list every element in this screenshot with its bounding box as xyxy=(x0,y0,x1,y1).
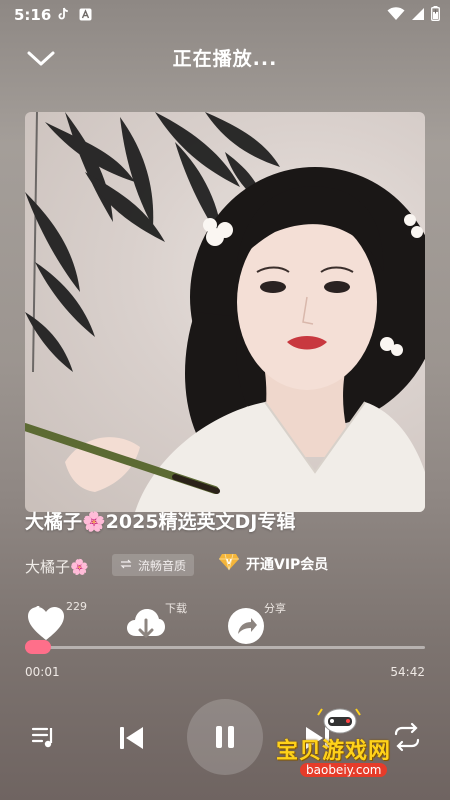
total-time: 54:42 xyxy=(390,665,425,679)
svg-text:V: V xyxy=(226,558,232,566)
vip-button[interactable]: V 开通VIP会员 xyxy=(218,553,328,575)
app-a-icon xyxy=(78,7,92,21)
watermark-url: baobeiy.com xyxy=(300,763,388,777)
progress-handle[interactable] xyxy=(25,640,51,654)
playlist-button[interactable] xyxy=(31,724,57,750)
cloud-download-icon xyxy=(127,609,165,639)
pause-icon xyxy=(216,726,234,748)
vip-diamond-icon: V xyxy=(218,553,240,575)
download-button[interactable] xyxy=(126,606,168,648)
share-button[interactable] xyxy=(227,607,267,647)
previous-button[interactable] xyxy=(117,724,147,752)
playlist-icon xyxy=(31,727,53,748)
heart-icon xyxy=(28,605,64,640)
progress-track[interactable] xyxy=(25,646,425,649)
battery-icon xyxy=(431,6,440,25)
tiktok-icon xyxy=(56,7,70,21)
vip-label: 开通VIP会员 xyxy=(246,557,329,573)
status-system-icons xyxy=(387,6,440,25)
album-cover[interactable] xyxy=(25,112,425,512)
share-icon xyxy=(228,608,264,644)
quality-label: 流畅音质 xyxy=(138,558,187,573)
status-notification-icons xyxy=(56,7,92,21)
share-label: 分享 xyxy=(264,602,286,615)
song-title: 大橘子🌸2025精选英文DJ专辑 xyxy=(25,511,296,533)
artist-name[interactable]: 大橘子🌸 xyxy=(25,556,89,577)
wifi-icon xyxy=(387,6,405,25)
current-time: 00:01 xyxy=(25,665,60,679)
like-count: 229 xyxy=(66,600,87,613)
play-pause-button[interactable] xyxy=(187,699,263,775)
status-time: 5:16 xyxy=(14,6,52,24)
page-title: 正在播放... xyxy=(172,48,278,70)
skip-previous-icon xyxy=(120,727,143,749)
signal-icon xyxy=(411,6,425,25)
quality-selector[interactable]: 流畅音质 xyxy=(112,554,195,576)
download-label: 下载 xyxy=(165,602,187,615)
swap-icon xyxy=(120,558,132,572)
watermark-text: 宝贝游戏网 xyxy=(276,739,392,764)
